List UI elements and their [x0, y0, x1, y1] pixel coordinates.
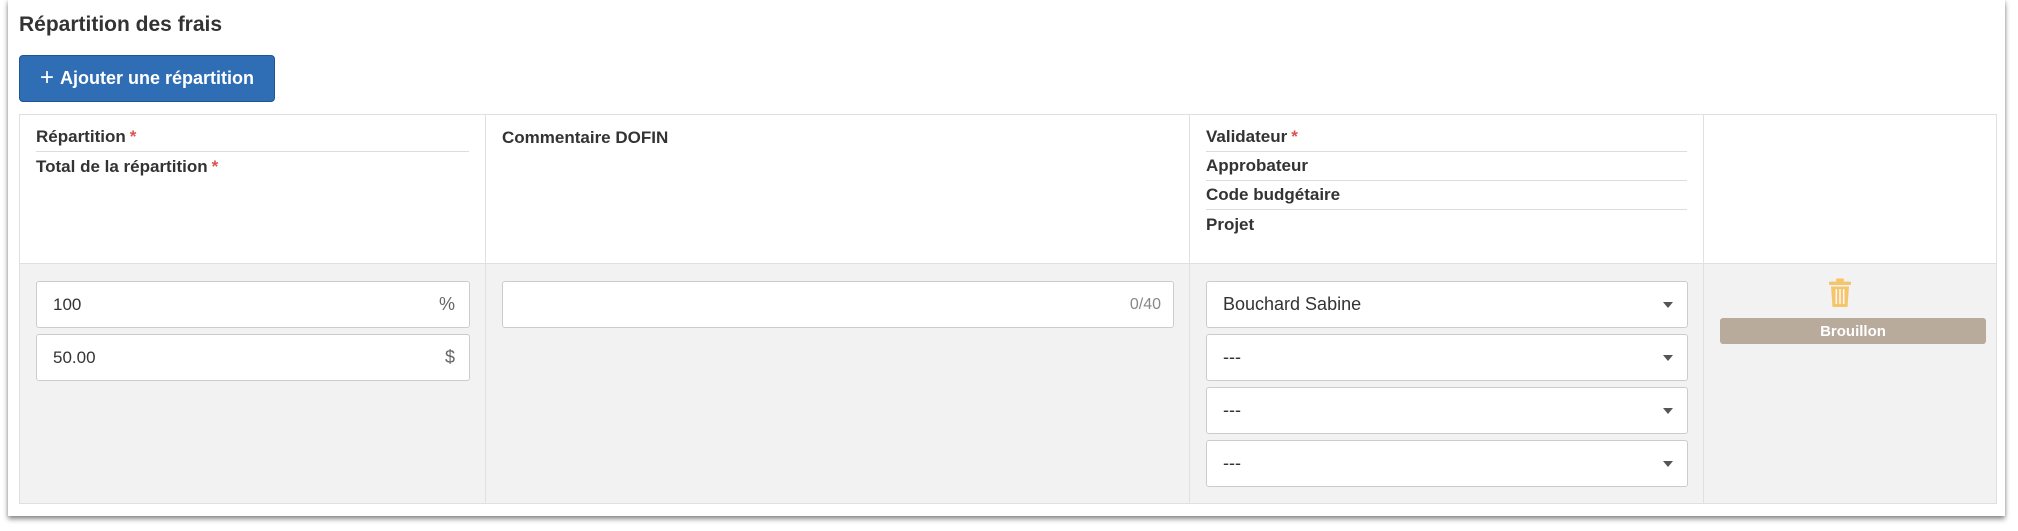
percentage-value: 100: [53, 294, 82, 314]
row-actions: Brouillon: [1704, 264, 1996, 503]
header-actions: [1704, 115, 1996, 264]
projet-select[interactable]: ---: [1206, 440, 1688, 487]
header-commentaire-dofin: Commentaire DOFIN: [502, 127, 669, 147]
character-counter: 0/40: [1129, 296, 1161, 313]
dollar-unit: $: [444, 347, 455, 367]
header-repartition: Répartition *: [36, 123, 469, 152]
header-comment: Commentaire DOFIN: [486, 115, 1190, 264]
header-approbateur: Approbateur: [1206, 152, 1687, 181]
total-value: 50.00: [53, 347, 96, 367]
total-input[interactable]: 50.00 $: [36, 334, 470, 381]
status-badge: Brouillon: [1720, 318, 1986, 344]
header-code-budgetaire: Code budgétaire: [1206, 181, 1687, 210]
header-total-repartition: Total de la répartition *: [36, 156, 219, 176]
add-allocation-label: Ajouter une répartition: [60, 68, 255, 88]
comment-input[interactable]: 0/40: [502, 281, 1174, 328]
expense-allocation-panel: Répartition des frais + Ajouter une répa…: [8, 0, 2005, 516]
header-projet: Projet: [1206, 214, 1255, 234]
percentage-input[interactable]: 100 %: [36, 281, 470, 328]
row-comment: 0/40: [486, 264, 1190, 503]
chevron-down-icon: [1663, 302, 1673, 308]
header-validateur: Validateur *: [1206, 123, 1687, 152]
allocation-table: Répartition * Total de la répartition * Co…: [19, 114, 1997, 504]
percent-unit: %: [438, 294, 455, 314]
trash-icon[interactable]: [1828, 278, 1852, 308]
approbateur-select[interactable]: ---: [1206, 334, 1688, 381]
section-title: Répartition des frais: [19, 13, 223, 36]
add-allocation-button[interactable]: + Ajouter une répartition: [19, 55, 275, 102]
code-budgetaire-value: ---: [1223, 400, 1241, 420]
validateur-value: Bouchard Sabine: [1223, 294, 1362, 314]
chevron-down-icon: [1663, 408, 1673, 414]
projet-value: ---: [1223, 453, 1241, 473]
validateur-select[interactable]: Bouchard Sabine: [1206, 281, 1688, 328]
plus-icon: +: [39, 63, 54, 91]
row-approvals: Bouchard Sabine --- --- ---: [1190, 264, 1704, 503]
row-allocation: 100 % 50.00 $: [20, 264, 486, 503]
header-approvals: Validateur * Approbateur Code budgétaire …: [1190, 115, 1704, 264]
chevron-down-icon: [1663, 461, 1673, 467]
header-allocation: Répartition * Total de la répartition *: [20, 115, 486, 264]
approbateur-value: ---: [1223, 347, 1241, 367]
chevron-down-icon: [1663, 355, 1673, 361]
code-budgetaire-select[interactable]: ---: [1206, 387, 1688, 434]
